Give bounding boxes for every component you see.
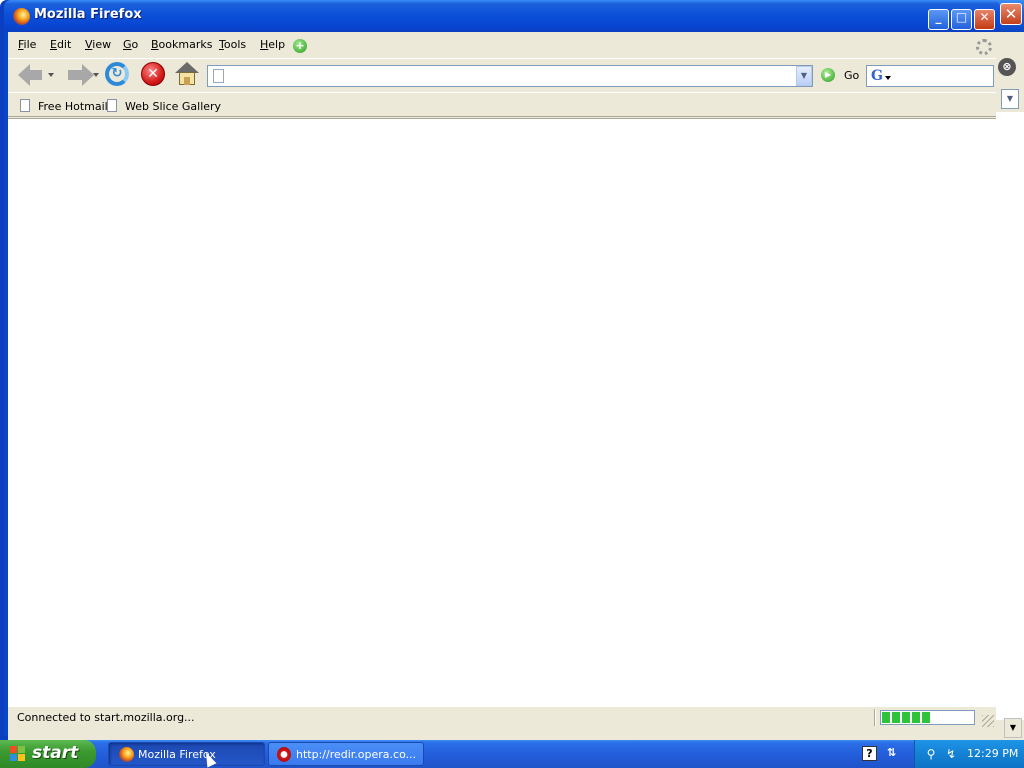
search-engine-dropdown[interactable] [885,76,891,80]
status-bar: Connected to start.mozilla.org... [8,706,996,728]
menu-go[interactable]: Go [123,38,138,51]
page-content-area[interactable] [8,118,996,706]
url-history-dropdown[interactable]: ▼ [796,66,812,86]
add-on-update-icon[interactable]: + [293,39,307,53]
minimize-button[interactable]: _ [928,9,949,30]
firefox-window: Mozilla Firefox _ □ ✕ File Edit View Go … [0,0,1000,740]
background-window-content [996,112,1024,720]
menu-tools[interactable]: Tools [219,38,246,51]
status-separator [874,709,876,726]
background-stop-icon[interactable]: ⊗ [998,58,1016,76]
page-icon [213,69,224,83]
resize-grip[interactable] [982,715,994,727]
search-box[interactable]: G [866,65,994,87]
progress-fill [882,712,933,723]
bookmarks-toolbar: Free Hotmail Web Slice Gallery [8,92,996,117]
forward-history-dropdown[interactable] [93,73,99,77]
clock: 12:29 PM [967,747,1019,760]
throbber-icon [976,39,992,55]
page-icon [20,99,30,112]
search-input[interactable] [893,68,989,84]
maximize-button[interactable]: □ [951,9,972,30]
taskbar-button-firefox[interactable]: Mozilla Firefox [108,742,265,766]
firefox-icon [119,747,134,762]
reload-button[interactable]: ↻ [105,62,129,86]
url-input[interactable] [228,68,788,84]
firefox-icon [13,8,30,25]
system-tray: ⚲ ↯ 12:29 PM [914,740,1024,768]
back-history-dropdown[interactable] [48,73,54,77]
menu-help[interactable]: Help [260,38,285,51]
go-button[interactable]: ▶ Go [821,67,865,85]
page-icon [107,99,117,112]
taskbar: start Mozilla Firefox http://redir.opera… [0,740,1024,768]
menu-bookmarks[interactable]: Bookmarks [151,38,212,51]
help-icon[interactable]: ? [862,746,877,761]
title-bar[interactable]: Mozilla Firefox _ □ ✕ [4,0,1000,32]
status-text: Connected to start.mozilla.org... [17,711,195,724]
background-scroll-down-button[interactable]: ▼ [1004,718,1022,738]
network-tray-icon[interactable]: ↯ [943,746,959,762]
home-button[interactable] [175,62,199,86]
bookmark-web-slice-gallery[interactable]: Web Slice Gallery [107,99,221,115]
menu-edit[interactable]: Edit [50,38,71,51]
stop-button[interactable]: ✕ [141,62,165,86]
bookmark-free-hotmail[interactable]: Free Hotmail [20,99,108,115]
go-arrow-icon: ▶ [821,68,835,82]
window-title: Mozilla Firefox [34,7,142,22]
opera-icon [277,747,291,762]
navigation-toolbar: ↻ ✕ ▼ ▶ Go G [8,58,996,90]
start-button[interactable]: start [0,740,96,768]
location-bar[interactable] [207,65,813,87]
taskbar-button-opera[interactable]: http://redir.opera.co... [268,742,424,766]
menu-view[interactable]: View [85,38,111,51]
menu-file[interactable]: File [18,38,36,51]
progress-bar [880,710,975,725]
menu-bar: File Edit View Go Bookmarks Tools Help + [8,35,996,55]
background-window-close-button[interactable]: ✕ [1000,3,1022,25]
close-button[interactable]: ✕ [974,9,995,30]
background-dropdown-button[interactable]: ▼ [1001,89,1019,109]
windows-logo-icon [10,746,27,762]
search-tray-icon[interactable]: ⚲ [923,746,939,762]
taskbar-arrows-icon[interactable]: ⇅ [884,746,899,761]
